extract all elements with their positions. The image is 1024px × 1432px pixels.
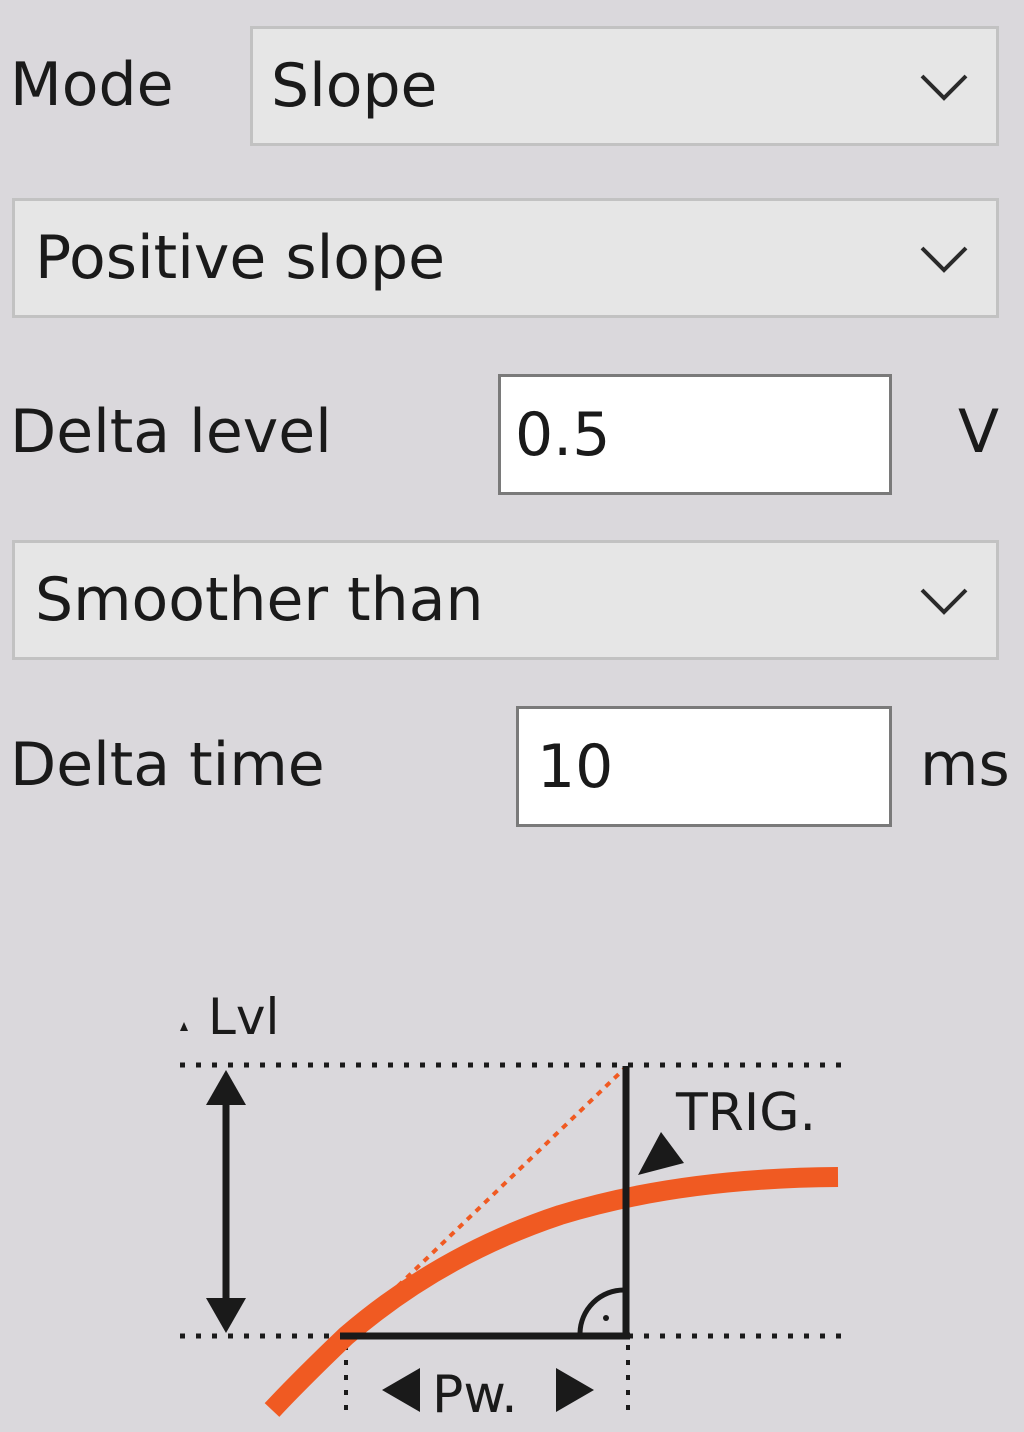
chevron-down-icon xyxy=(920,588,968,615)
chevron-down-icon xyxy=(920,74,968,101)
comparison-value: Smoother than xyxy=(35,565,484,635)
level-label: Lvl xyxy=(208,988,279,1046)
delta-level-input[interactable]: 0.5 xyxy=(498,374,892,495)
chevron-down-icon xyxy=(920,246,968,273)
delta-level-label: Delta level xyxy=(10,397,332,467)
delta-time-input[interactable]: 10 xyxy=(516,706,892,827)
mode-label: Mode xyxy=(10,50,174,120)
trigger-label: TRIG. xyxy=(675,1083,816,1143)
slope-direction-value: Positive slope xyxy=(35,223,446,293)
comparison-dropdown[interactable]: Smoother than xyxy=(12,540,999,660)
pulse-width-right-arrow-icon xyxy=(556,1368,594,1412)
delta-time-unit: ms xyxy=(920,730,1010,800)
pulse-width-label: Pw. xyxy=(432,1365,518,1425)
pulse-width-left-arrow-icon xyxy=(382,1368,420,1412)
right-angle-dot xyxy=(603,1315,609,1321)
delta-level-unit: V xyxy=(958,397,1000,467)
signal-curve xyxy=(264,1167,839,1417)
mode-dropdown[interactable]: Slope xyxy=(250,26,999,146)
mode-dropdown-value: Slope xyxy=(271,51,438,121)
slope-direction-dropdown[interactable]: Positive slope xyxy=(12,198,999,318)
level-double-arrow xyxy=(206,1070,246,1333)
delta-time-label: Delta time xyxy=(10,730,325,800)
slope-trigger-diagram: Lvl TRIG. Pw. xyxy=(180,988,842,1425)
delta-level-value: 0.5 xyxy=(515,399,611,470)
level-marker-icon xyxy=(180,1022,188,1031)
delta-time-value: 10 xyxy=(537,731,614,802)
right-angle-arc xyxy=(577,1287,625,1334)
